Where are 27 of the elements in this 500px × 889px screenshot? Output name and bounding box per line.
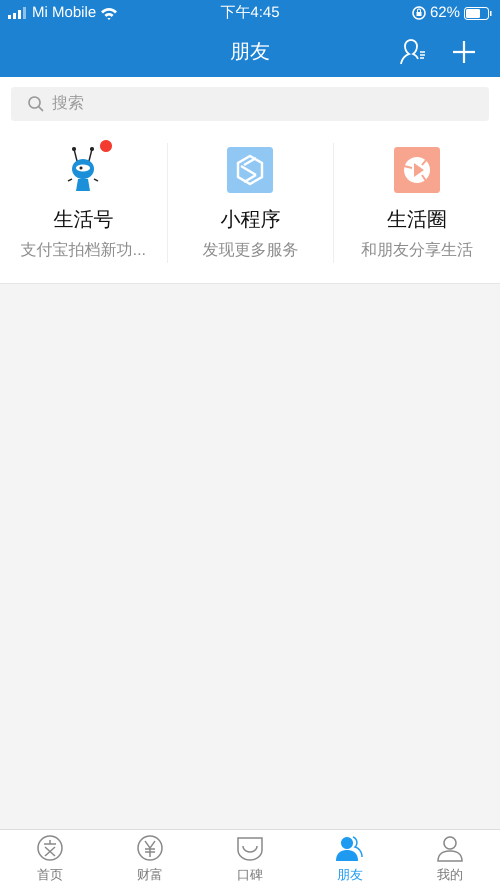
add-icon[interactable] (452, 40, 476, 64)
signal-icon (8, 7, 28, 19)
search-icon (28, 96, 44, 112)
battery-percent: 62% (430, 2, 460, 23)
rotation-lock-icon (412, 6, 426, 20)
status-time: 下午4:45 (220, 2, 280, 23)
person-icon (435, 834, 465, 864)
contacts-icon[interactable] (398, 38, 428, 66)
tab-bar-item[interactable]: 朋友 (300, 830, 400, 889)
entry-title[interactable]: 生活圈 (387, 205, 448, 235)
tab-bar-item[interactable]: 首页 (0, 830, 100, 889)
alipay-circle-icon (35, 834, 65, 864)
tab-bar-item[interactable]: 财富 (100, 830, 200, 889)
people-icon (335, 834, 365, 864)
page-title: 朋友 (230, 40, 270, 64)
battery-icon (464, 6, 492, 20)
yen-circle-icon (135, 834, 165, 864)
entry-subtitle: 发现更多服务 (202, 241, 298, 261)
tab-bar-item[interactable]: 口碑 (200, 830, 300, 889)
wifi-icon (100, 6, 118, 20)
entry-subtitle: 和朋友分享生活 (361, 240, 474, 261)
entry-subtitle: 支付宝拍档新功... (20, 240, 146, 261)
entry-title[interactable]: 小程序 (220, 205, 280, 235)
entry-title[interactable]: 生活号 (53, 205, 114, 235)
carrier-name: Mi Mobile (32, 2, 96, 23)
search-field[interactable]: 搜索 (11, 87, 489, 121)
tab-bar-item[interactable]: 我的 (400, 830, 500, 889)
